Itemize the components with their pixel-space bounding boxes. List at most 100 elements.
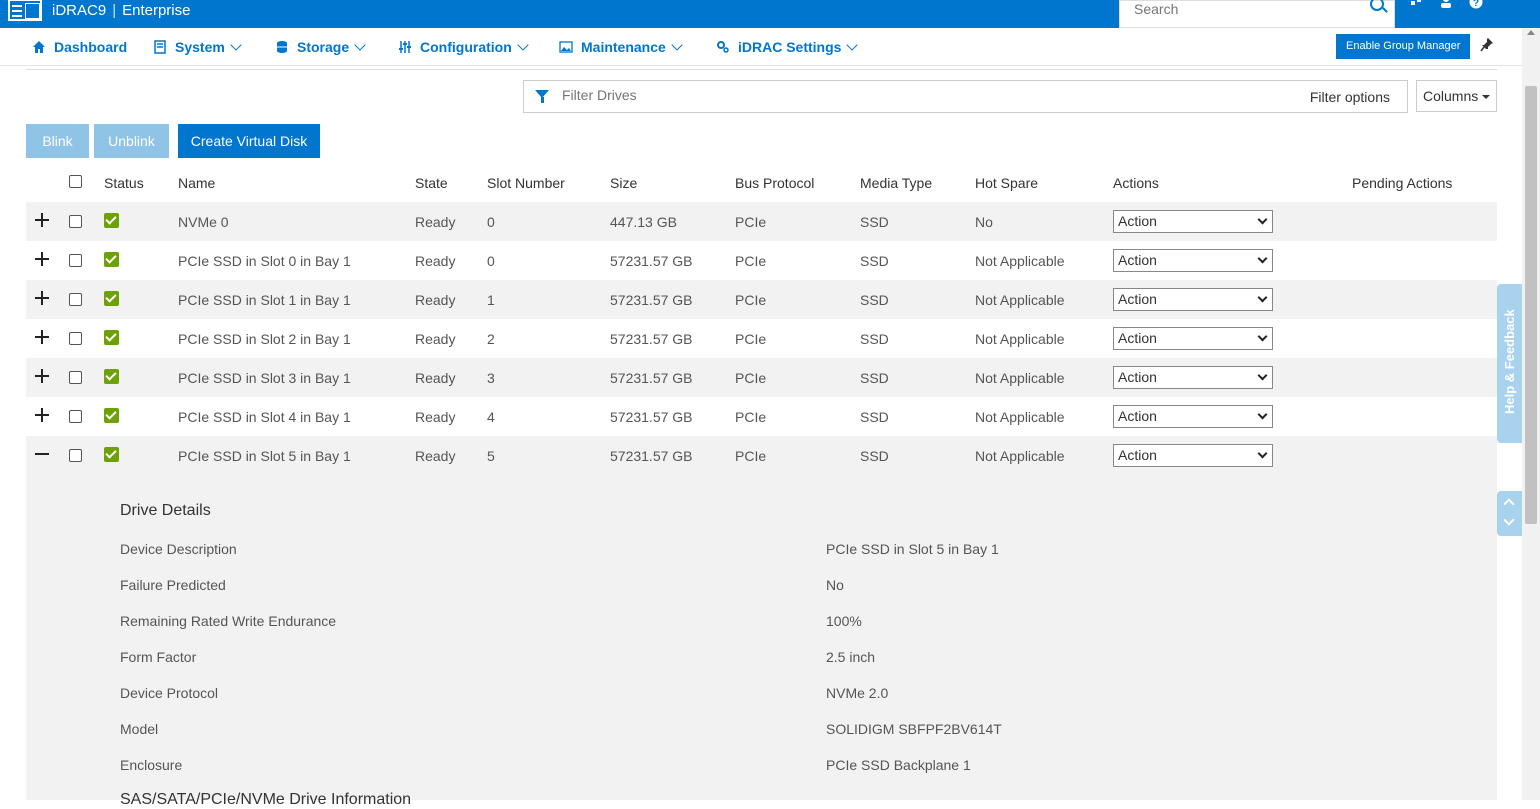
nav-idrac-settings[interactable]: iDRAC Settings bbox=[716, 38, 859, 55]
action-select-value: Action bbox=[1118, 291, 1157, 307]
chevron-down-icon bbox=[230, 38, 242, 51]
action-select-value: Action bbox=[1118, 447, 1157, 463]
drive-slot: 0 bbox=[487, 214, 495, 230]
collapse-row-icon[interactable] bbox=[34, 446, 50, 462]
nav-configuration[interactable]: Configuration bbox=[398, 38, 529, 55]
help-icon[interactable]: ? bbox=[1468, 0, 1484, 10]
row-checkbox[interactable] bbox=[69, 254, 82, 267]
caret-down-icon bbox=[1482, 95, 1490, 99]
filter-icon bbox=[535, 90, 549, 103]
unblink-button[interactable]: Unblink bbox=[94, 124, 169, 158]
column-header-media[interactable]: Media Type bbox=[860, 175, 932, 191]
chevron-down-icon bbox=[1257, 370, 1268, 381]
drive-media: SSD bbox=[860, 409, 889, 425]
header-icons: ? bbox=[1408, 0, 1484, 10]
drive-size: 57231.57 GB bbox=[610, 409, 693, 425]
nav-maintenance[interactable]: Maintenance bbox=[559, 38, 683, 55]
column-header-status[interactable]: Status bbox=[104, 175, 144, 191]
expand-row-icon[interactable] bbox=[34, 407, 50, 423]
chevron-down-icon bbox=[1257, 409, 1268, 420]
drive-hot-spare: Not Applicable bbox=[975, 409, 1065, 425]
user-icon[interactable] bbox=[1438, 0, 1454, 10]
drive-size: 57231.57 GB bbox=[610, 370, 693, 386]
drive-hot-spare: Not Applicable bbox=[975, 292, 1065, 308]
drive-slot: 1 bbox=[487, 292, 495, 308]
action-select[interactable]: Action bbox=[1113, 444, 1273, 467]
column-header-hot-spare[interactable]: Hot Spare bbox=[975, 175, 1038, 191]
search-input[interactable] bbox=[1134, 1, 1364, 17]
brand-edition: Enterprise bbox=[122, 1, 191, 19]
svg-text:?: ? bbox=[1473, 0, 1479, 9]
column-header-slot[interactable]: Slot Number bbox=[487, 175, 565, 191]
drive-info-section-title: SAS/SATA/PCIe/NVMe Drive Information bbox=[120, 791, 412, 808]
gears-icon bbox=[716, 40, 730, 54]
scroll-up-arrow-icon[interactable] bbox=[1527, 30, 1535, 35]
chevron-down-icon bbox=[354, 38, 366, 51]
action-select[interactable]: Action bbox=[1113, 405, 1273, 428]
select-all-checkbox[interactable] bbox=[69, 175, 82, 188]
drive-hot-spare: Not Applicable bbox=[975, 253, 1065, 269]
columns-dropdown[interactable]: Columns bbox=[1416, 80, 1497, 112]
detail-value: 2.5 inch bbox=[826, 649, 876, 665]
pin-icon[interactable] bbox=[1480, 37, 1494, 53]
drive-media: SSD bbox=[860, 292, 889, 308]
drive-slot: 3 bbox=[487, 370, 495, 386]
drive-details-panel: Drive Details Device Description PCIe SS… bbox=[26, 475, 1497, 808]
enable-group-manager-button[interactable]: Enable Group Manager bbox=[1336, 34, 1471, 59]
table-row: PCIe SSD in Slot 2 in Bay 1 Ready 2 5723… bbox=[26, 319, 1497, 358]
nav-storage[interactable]: Storage bbox=[275, 38, 366, 55]
group-icon[interactable] bbox=[1408, 0, 1424, 10]
create-virtual-disk-button[interactable]: Create Virtual Disk bbox=[178, 124, 320, 158]
chevron-down-icon bbox=[1257, 331, 1268, 342]
column-header-bus[interactable]: Bus Protocol bbox=[735, 175, 814, 191]
expand-row-icon[interactable] bbox=[34, 368, 50, 384]
filter-drives-input[interactable] bbox=[562, 87, 1162, 103]
brand[interactable]: iDRAC9 | Enterprise bbox=[8, 0, 190, 22]
nav-system[interactable]: System bbox=[153, 38, 242, 55]
column-header-state[interactable]: State bbox=[415, 175, 448, 191]
column-header-size[interactable]: Size bbox=[610, 175, 637, 191]
chevron-up-icon[interactable] bbox=[1503, 498, 1515, 510]
row-checkbox[interactable] bbox=[69, 449, 82, 462]
scrollbar-thumb[interactable] bbox=[1525, 86, 1537, 524]
column-header-name[interactable]: Name bbox=[178, 175, 215, 191]
nav-dashboard[interactable]: Dashboard bbox=[32, 39, 127, 55]
help-feedback-tab[interactable]: Help & Feedback bbox=[1497, 284, 1522, 443]
row-checkbox[interactable] bbox=[69, 410, 82, 423]
detail-value: 100% bbox=[826, 613, 862, 629]
expand-row-icon[interactable] bbox=[34, 290, 50, 306]
expand-row-icon[interactable] bbox=[34, 329, 50, 345]
row-checkbox[interactable] bbox=[69, 293, 82, 306]
action-select[interactable]: Action bbox=[1113, 288, 1273, 311]
action-select[interactable]: Action bbox=[1113, 210, 1273, 233]
nav-label: Maintenance bbox=[581, 39, 666, 55]
filter-options-link[interactable]: Filter options bbox=[1310, 89, 1390, 105]
action-select[interactable]: Action bbox=[1113, 249, 1273, 272]
expand-row-icon[interactable] bbox=[34, 212, 50, 228]
drive-slot: 5 bbox=[487, 448, 495, 464]
row-checkbox[interactable] bbox=[69, 371, 82, 384]
page-scrollbar[interactable] bbox=[1522, 28, 1540, 800]
drive-bus: PCIe bbox=[735, 409, 767, 425]
action-select[interactable]: Action bbox=[1113, 327, 1273, 350]
detail-value: No bbox=[826, 577, 844, 593]
status-ok-icon bbox=[104, 408, 119, 423]
drive-name: NVMe 0 bbox=[178, 214, 229, 230]
row-checkbox[interactable] bbox=[69, 215, 82, 228]
search-icon[interactable] bbox=[1370, 0, 1384, 11]
status-ok-icon bbox=[104, 330, 119, 345]
image-icon bbox=[559, 40, 573, 54]
chevron-down-icon[interactable] bbox=[1503, 514, 1515, 526]
nav-label: Configuration bbox=[420, 39, 512, 55]
brand-name: iDRAC9 bbox=[52, 1, 107, 19]
drive-state: Ready bbox=[415, 370, 456, 386]
drive-name: PCIe SSD in Slot 4 in Bay 1 bbox=[178, 409, 351, 425]
expand-row-icon[interactable] bbox=[34, 251, 50, 267]
drive-name: PCIe SSD in Slot 1 in Bay 1 bbox=[178, 292, 351, 308]
action-select[interactable]: Action bbox=[1113, 366, 1273, 389]
drive-state: Ready bbox=[415, 448, 456, 464]
blink-button[interactable]: Blink bbox=[26, 124, 89, 158]
drive-media: SSD bbox=[860, 370, 889, 386]
row-checkbox[interactable] bbox=[69, 332, 82, 345]
detail-value: PCIe SSD in Slot 5 in Bay 1 bbox=[826, 541, 999, 557]
